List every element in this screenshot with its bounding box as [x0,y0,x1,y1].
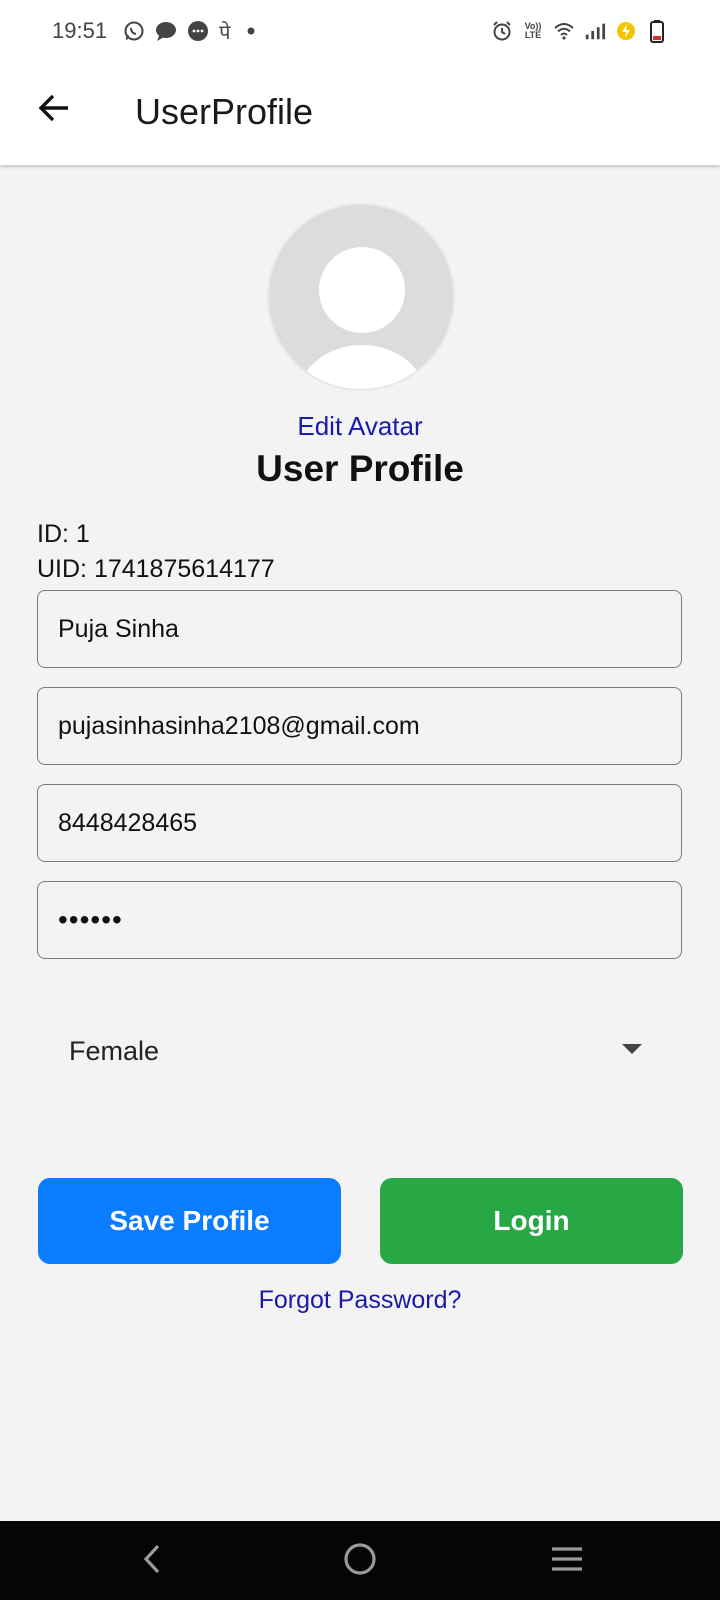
status-right: Vo)) LTE [491,20,668,43]
login-label: Login [493,1205,570,1236]
chat-icon [187,20,209,42]
email-field[interactable]: pujasinhasinha2108@gmail.com [37,687,682,765]
battery-saver-icon [615,20,637,42]
arrow-left-icon [37,91,71,130]
gender-selected-value: Female [69,1035,160,1066]
dropdown-arrow-icon [622,1044,642,1054]
password-field[interactable]: •••••• [37,881,682,959]
nav-recents-button[interactable] [545,1539,589,1583]
phone-field[interactable]: 8448428465 [37,784,682,862]
nav-recents-icon [549,1544,585,1579]
volte-line2: LTE [524,30,542,40]
battery-icon [646,20,668,43]
phone-field-value: 8448428465 [58,808,198,837]
status-time: 19:51 [52,18,108,43]
user-uid-text: UID: 1741875614177 [37,555,275,583]
avatar-placeholder-head [319,247,405,333]
volte-icon: Vo)) LTE [522,20,544,42]
name-field-value: Puja Sinha [58,614,179,643]
wifi-icon [553,20,575,42]
nav-home-icon [342,1541,378,1582]
password-field-value: •••••• [58,904,123,935]
avatar-placeholder-body [297,345,427,389]
app-bar: UserProfile [0,62,720,165]
forgot-password-link[interactable]: Forgot Password? [0,1286,720,1315]
avatar[interactable] [267,203,455,391]
name-field[interactable]: Puja Sinha [37,590,682,668]
user-id-text: ID: 1 [37,520,90,548]
save-profile-button[interactable]: Save Profile [38,1178,341,1264]
nav-back-button[interactable] [131,1539,175,1583]
section-title: User Profile [256,448,464,489]
alarm-icon [491,20,513,42]
signal-icon [584,20,606,42]
gender-dropdown[interactable]: Female [37,1010,682,1092]
email-field-value: pujasinhasinha2108@gmail.com [58,711,420,740]
message-icon [155,20,177,42]
page-title: UserProfile [135,91,314,132]
system-nav-bar [0,1521,720,1600]
dot-icon [240,20,262,42]
nav-home-button[interactable] [338,1539,382,1583]
phonepe-icon: पे [219,21,231,44]
back-button[interactable] [34,90,74,130]
status-left: 19:51 पे [52,18,262,45]
login-button[interactable]: Login [380,1178,683,1264]
nav-back-icon [138,1542,168,1581]
status-bar: 19:51 पे Vo)) LTE [0,0,720,62]
save-profile-label: Save Profile [109,1205,270,1236]
whatsapp-icon [123,20,145,42]
edit-avatar-link[interactable]: Edit Avatar [0,411,720,442]
